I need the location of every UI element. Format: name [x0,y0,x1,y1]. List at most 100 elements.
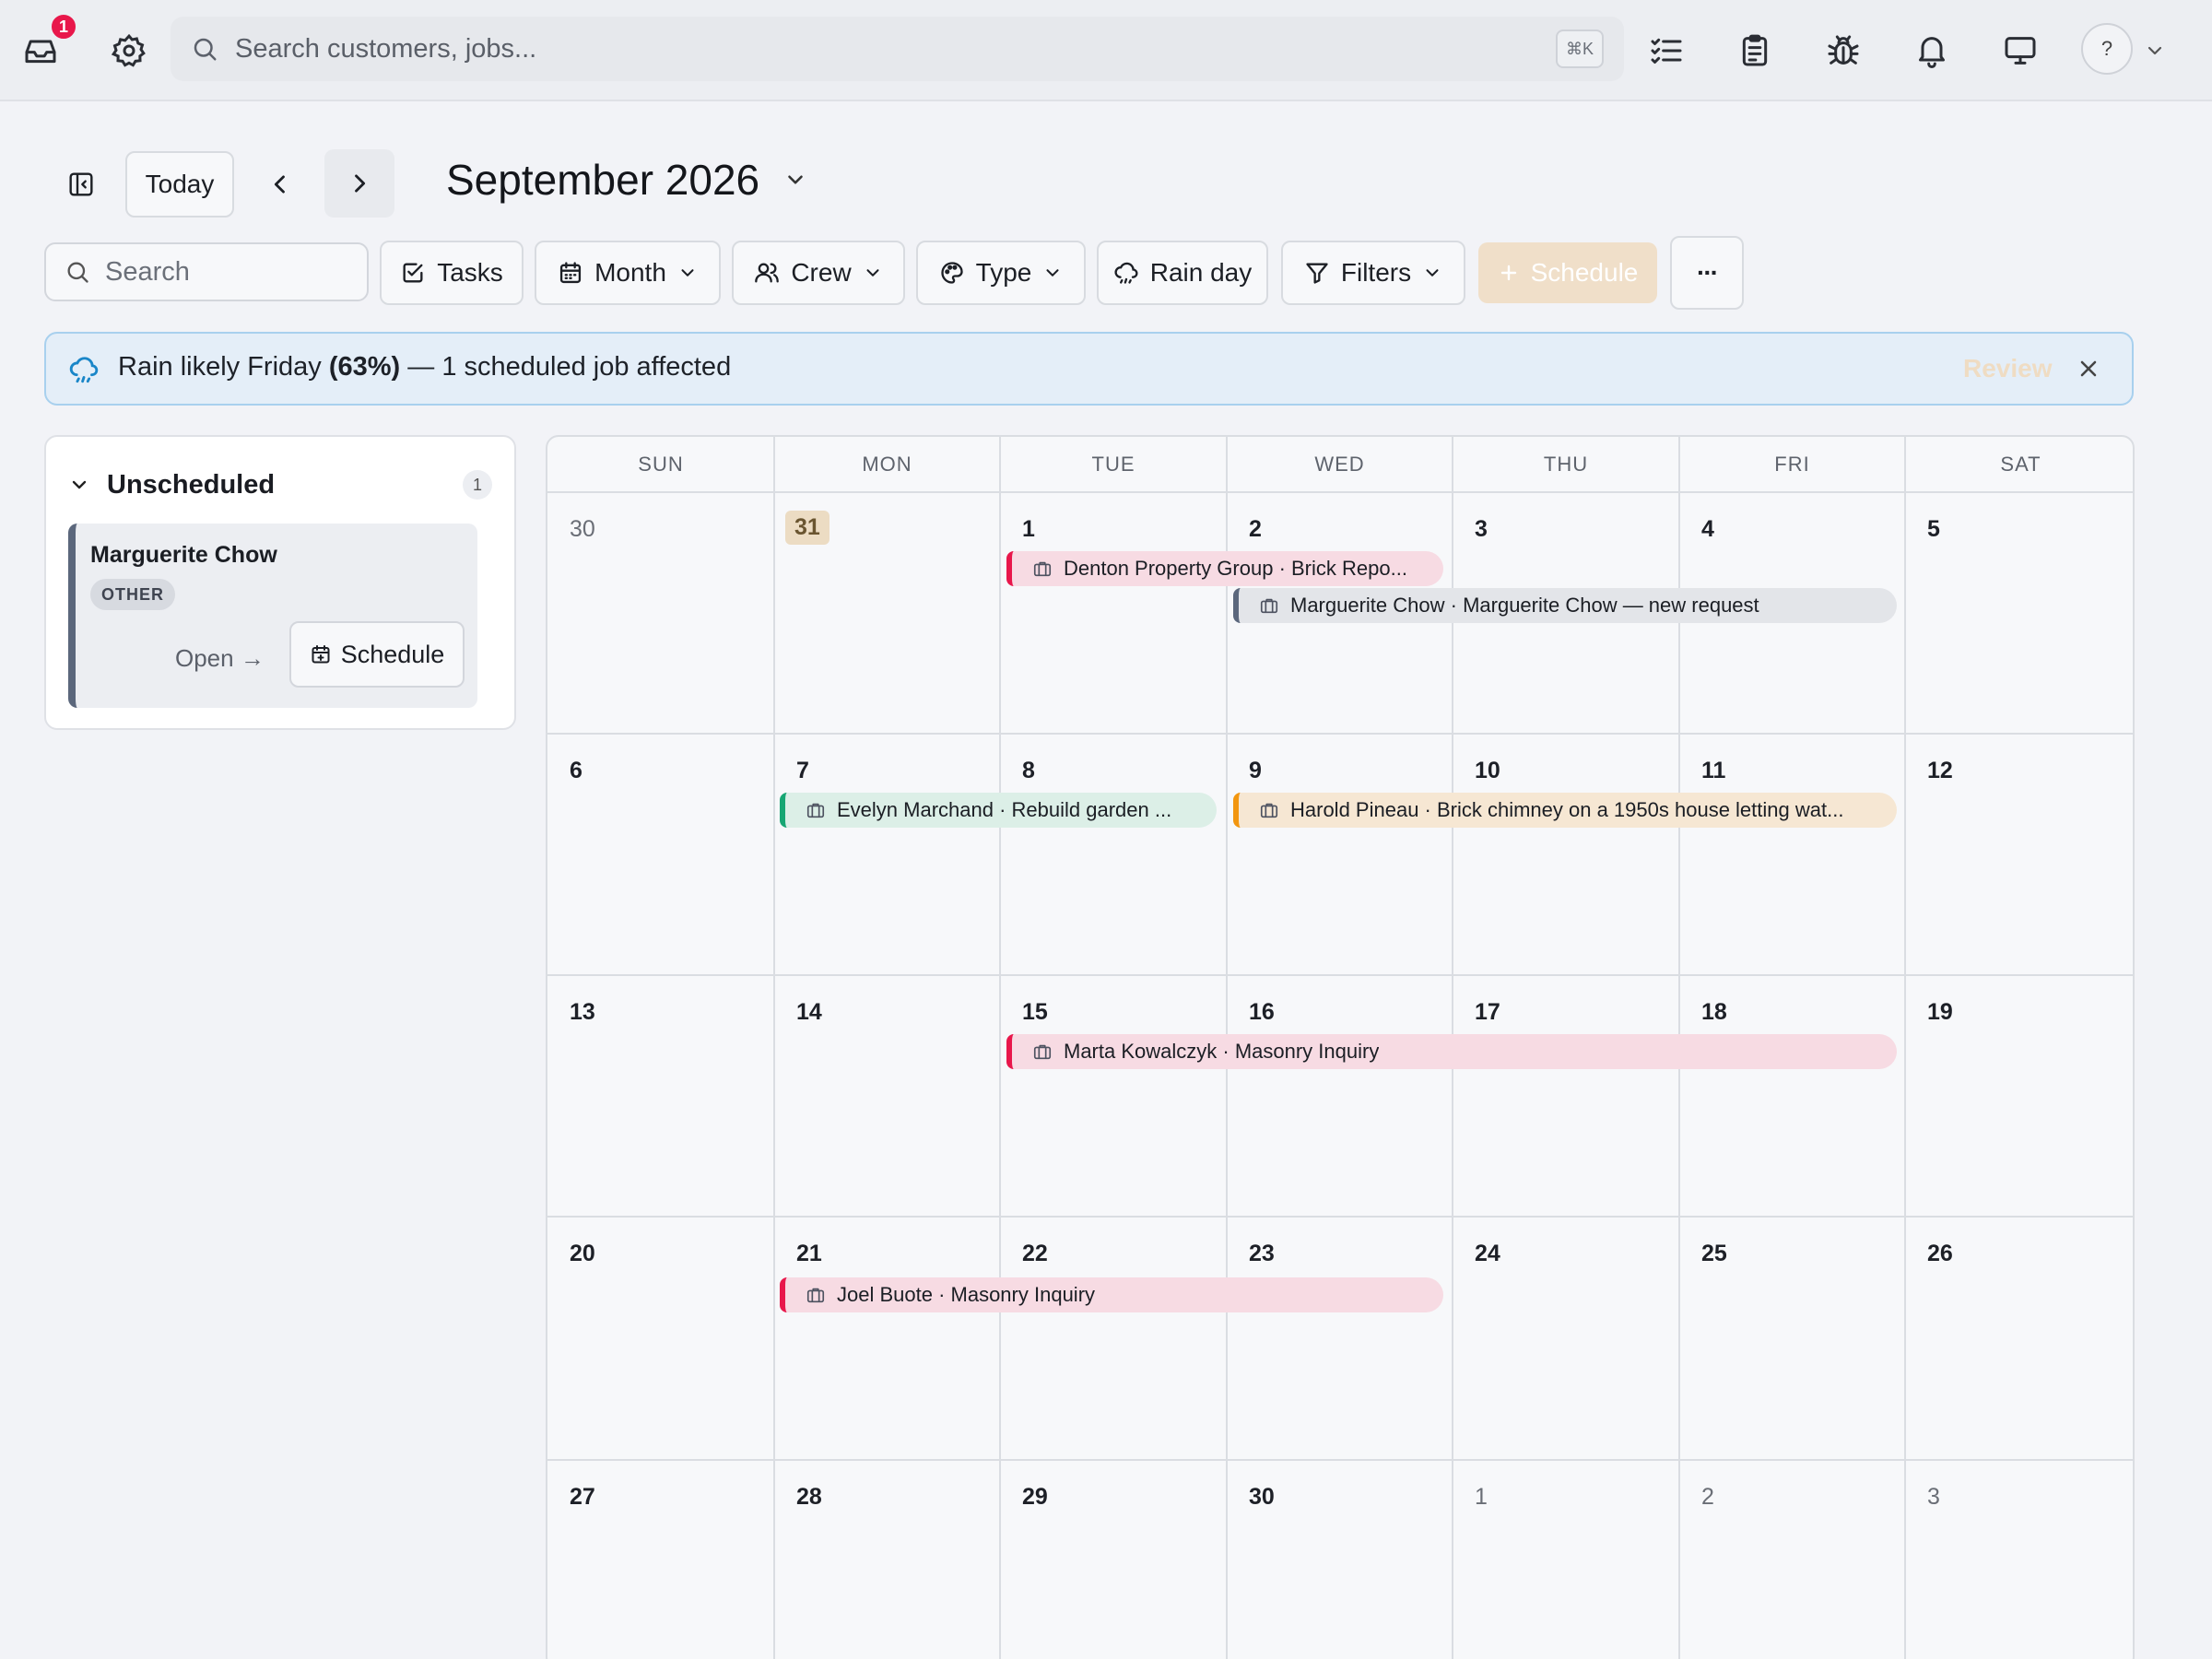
view-mode-dropdown[interactable]: Month [535,241,721,305]
calendar-icon [558,260,583,286]
day-number: 26 [1927,1241,1953,1266]
sidebar-toggle-icon [66,170,96,199]
calendar-plus-icon [310,643,332,665]
calendar-search-input[interactable] [105,244,363,300]
rain-day-button[interactable]: Rain day [1097,241,1268,305]
monitor-icon[interactable] [1993,23,2048,78]
day-number: 11 [1701,758,1726,783]
rain-cloud-icon [1113,260,1139,286]
calendar-event[interactable]: Harold Pineau · Brick chimney on a 1950s… [1233,793,1897,828]
day-number: 15 [1022,999,1048,1025]
customer-name: Marguerite Chow [90,542,277,568]
day-number: 17 [1475,999,1500,1025]
day-number: 12 [1927,758,1953,783]
rain-alert-banner: Rain likely Friday (63%) — 1 scheduled j… [44,332,2134,406]
search-icon [191,35,218,63]
month-calendar: SUN MON TUE WED THU FRI SAT 30 31 1 2 3 4 5 6 7 8 9 10 11 12… [546,435,2135,1659]
month-picker[interactable]: September 2026 [446,155,807,205]
top-bar: 1 ⌘K ? [0,0,2212,101]
clipboard-icon[interactable] [1727,23,1783,78]
briefcase-icon [806,800,826,820]
calendar-event[interactable]: Joel Buote · Masonry Inquiry [780,1277,1443,1312]
event-title: Harold Pineau · Brick chimney on a 1950s… [1290,798,1844,821]
notification-badge: 1 [50,13,77,41]
chevron-down-icon[interactable] [2131,23,2179,78]
open-link[interactable]: Open → [175,640,265,677]
day-number: 24 [1475,1241,1500,1266]
chevron-left-icon [267,171,293,197]
global-search[interactable]: ⌘K [171,17,1624,81]
day-number: 3 [1927,1484,1940,1510]
weekday-header: SAT [2000,453,2041,476]
chevron-down-icon [1422,263,1442,283]
calendar-event[interactable]: Marta Kowalczyk · Masonry Inquiry [1006,1034,1897,1069]
day-number: 7 [796,758,809,783]
day-number: 14 [796,999,822,1025]
shortcut-hint: ⌘K [1556,29,1604,68]
day-number: 16 [1249,999,1275,1025]
type-dropdown[interactable]: Type [916,241,1086,305]
unscheduled-count: 1 [463,470,492,500]
calendar-event[interactable]: Marguerite Chow · Marguerite Chow — new … [1233,588,1897,623]
close-icon[interactable] [2076,356,2101,382]
day-number: 18 [1701,999,1727,1025]
briefcase-icon [1032,1041,1053,1062]
day-number: 30 [1249,1484,1275,1510]
job-type-tag: OTHER [90,579,175,610]
today-date: 31 [785,511,830,545]
chevron-down-icon [863,263,883,283]
today-button[interactable]: Today [125,151,234,218]
day-number: 30 [570,516,595,542]
calendar-search[interactable] [44,242,369,301]
briefcase-icon [806,1285,826,1305]
day-number: 9 [1249,758,1262,783]
day-number: 22 [1022,1241,1048,1266]
chevron-right-icon [347,171,372,196]
day-number: 19 [1927,999,1953,1025]
unscheduled-title: Unscheduled [107,470,276,500]
day-number: 4 [1701,516,1714,542]
day-number: 6 [570,758,582,783]
sidebar-toggle-button[interactable] [57,159,105,210]
card-schedule-button[interactable]: Schedule [289,621,465,688]
chevron-down-icon [1042,263,1063,283]
calendar-event[interactable]: Denton Property Group · Brick Repo... [1006,551,1443,586]
global-search-input[interactable] [235,17,1507,81]
rain-cloud-icon [68,354,100,385]
day-number: 20 [570,1241,595,1266]
calendar-event[interactable]: Evelyn Marchand · Rebuild garden ... [780,793,1217,828]
checklist-icon[interactable] [1639,23,1694,78]
page-title: September 2026 [446,156,760,204]
unscheduled-job-card[interactable]: Marguerite Chow OTHER Open → Schedule [68,524,477,708]
event-title: Denton Property Group · Brick Repo... [1064,557,1407,580]
chevron-down-icon [677,263,698,283]
weekday-header: SUN [638,453,684,476]
day-number: 2 [1701,1484,1714,1510]
tasks-button[interactable]: Tasks [380,241,524,305]
filters-dropdown[interactable]: Filters [1281,241,1465,305]
bell-icon[interactable] [1904,23,1959,78]
day-number: 29 [1022,1484,1048,1510]
event-title: Marta Kowalczyk · Masonry Inquiry [1064,1040,1380,1063]
prev-month-button[interactable] [254,157,306,212]
chevron-down-icon [783,168,807,192]
checkbox-icon [400,260,426,286]
help-button[interactable]: ? [2081,23,2133,75]
review-link[interactable]: Review [1963,354,2053,383]
next-month-button[interactable] [324,149,394,218]
chevron-down-icon[interactable] [68,474,90,496]
users-icon [754,260,780,286]
briefcase-icon [1032,559,1053,579]
weekday-header: THU [1543,453,1589,476]
weekday-header: WED [1314,453,1365,476]
schedule-button[interactable]: Schedule [1478,242,1657,303]
crew-dropdown[interactable]: Crew [732,241,905,305]
palette-icon [939,260,965,286]
gear-icon[interactable] [101,23,157,78]
day-number: 21 [796,1241,822,1266]
plus-icon [1498,262,1520,284]
rain-alert-text: Rain likely Friday (63%) — 1 scheduled j… [118,352,732,382]
bug-icon[interactable] [1816,23,1871,78]
more-options-button[interactable]: ··· [1670,236,1744,310]
weekday-header: TUE [1091,453,1135,476]
